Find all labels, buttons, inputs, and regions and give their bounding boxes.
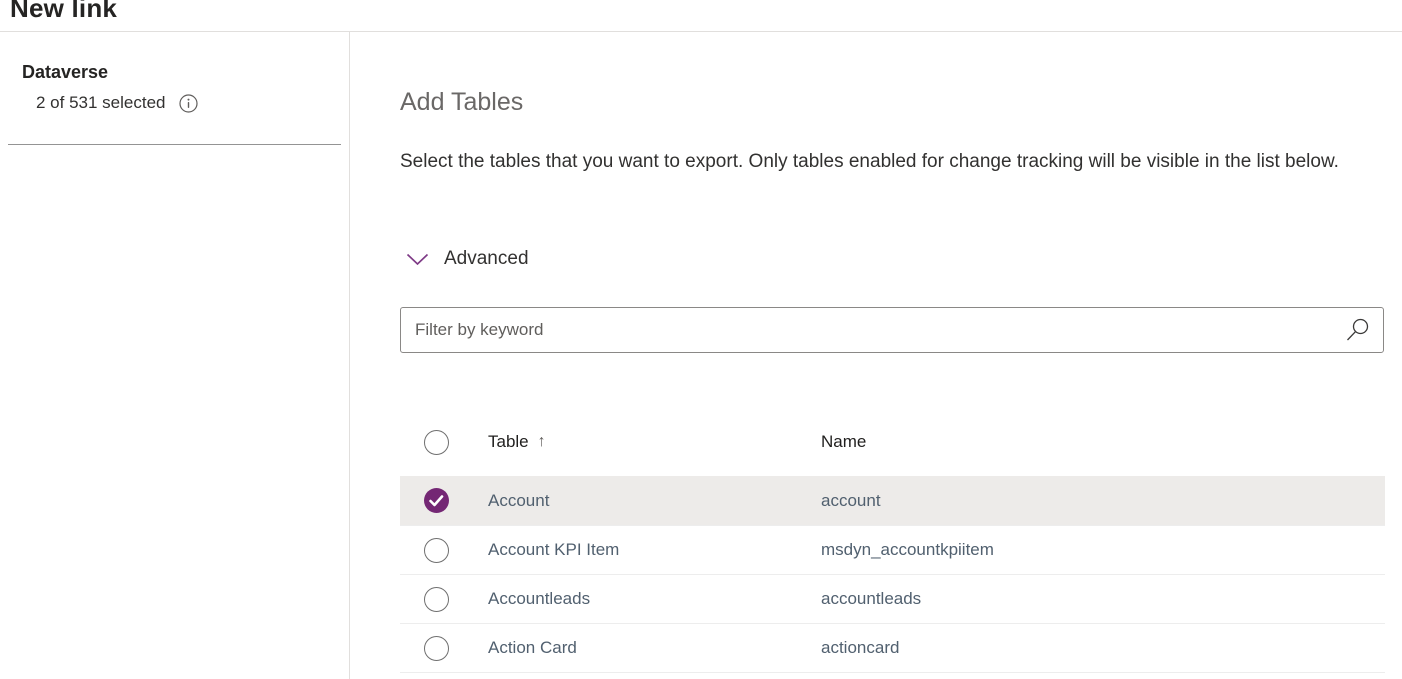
row-name-label: account xyxy=(821,491,1385,511)
tables-table: Table ↑ Name Account account Account KPI… xyxy=(400,418,1385,673)
sidebar: Dataverse 2 of 531 selected xyxy=(0,32,350,679)
table-row[interactable]: Account KPI Item msdyn_accountkpiitem xyxy=(400,525,1385,574)
sidebar-section-divider xyxy=(8,144,341,145)
row-name-label: accountleads xyxy=(821,589,1385,609)
table-row[interactable]: Accountleads accountleads xyxy=(400,574,1385,623)
column-header-name[interactable]: Name xyxy=(821,432,1385,452)
row-checkbox[interactable] xyxy=(424,538,449,563)
row-table-label: Action Card xyxy=(488,638,821,658)
row-table-label: Account KPI Item xyxy=(488,540,821,560)
panel-description: Select the tables that you want to expor… xyxy=(400,146,1385,177)
sidebar-selection-summary: 2 of 531 selected xyxy=(36,93,198,113)
chevron-down-icon xyxy=(406,253,429,266)
info-circle-icon[interactable] xyxy=(179,94,198,113)
search-button[interactable] xyxy=(1333,308,1383,352)
row-name-label: actioncard xyxy=(821,638,1385,658)
row-table-label: Accountleads xyxy=(488,589,821,609)
table-row[interactable]: Account account xyxy=(400,476,1385,525)
row-name-label: msdyn_accountkpiitem xyxy=(821,540,1385,560)
row-table-label: Account xyxy=(488,491,821,511)
column-header-name-label: Name xyxy=(821,432,866,452)
advanced-toggle[interactable]: Advanced xyxy=(406,248,529,270)
table-row[interactable]: Action Card actioncard xyxy=(400,623,1385,672)
select-all-checkbox[interactable] xyxy=(424,430,449,455)
selection-count-label: 2 of 531 selected xyxy=(36,93,165,113)
sort-ascending-icon: ↑ xyxy=(538,433,546,451)
row-checkbox[interactable] xyxy=(424,488,449,513)
table-body: Account account Account KPI Item msdyn_a… xyxy=(400,476,1385,673)
filter-keyword-input[interactable] xyxy=(401,308,1333,352)
row-checkbox[interactable] xyxy=(424,636,449,661)
row-checkbox[interactable] xyxy=(424,587,449,612)
advanced-label: Advanced xyxy=(444,248,529,270)
table-header-row: Table ↑ Name xyxy=(400,418,1385,466)
panel-heading: Add Tables xyxy=(400,88,523,117)
column-header-table[interactable]: Table ↑ xyxy=(488,432,821,452)
filter-box xyxy=(400,307,1384,353)
sidebar-source-name: Dataverse xyxy=(22,62,108,83)
magnifier-icon xyxy=(1345,317,1371,343)
page-title: New link xyxy=(10,0,117,24)
column-header-table-label: Table xyxy=(488,432,529,452)
